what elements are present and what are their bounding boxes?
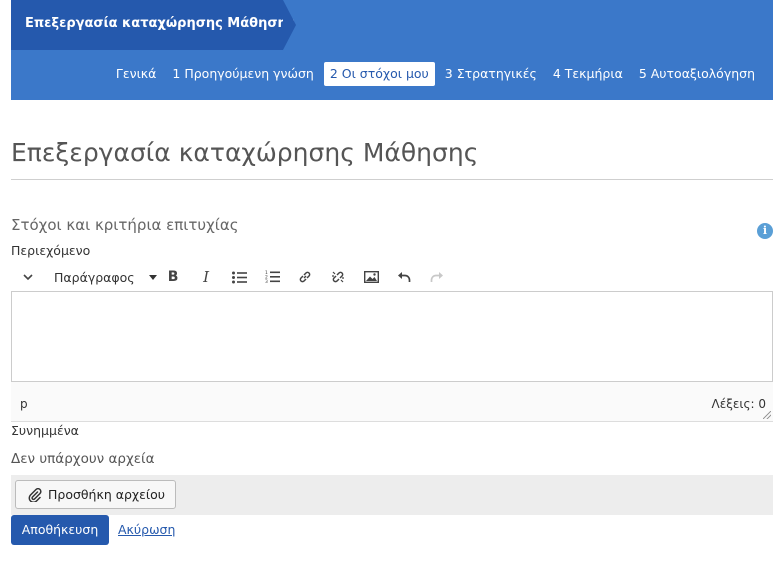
caret-down-icon: [148, 274, 157, 280]
tab-strategies[interactable]: 3 Στρατηγικές: [439, 62, 543, 86]
word-count: Λέξεις: 0: [711, 397, 766, 411]
undo-icon: [398, 272, 411, 282]
tab-self-assessment[interactable]: 5 Αυτοαξιολόγηση: [633, 62, 761, 86]
save-button[interactable]: Αποθήκευση: [11, 515, 109, 545]
add-file-button[interactable]: Προσθήκη αρχείου: [15, 480, 176, 509]
italic-button[interactable]: I: [190, 263, 223, 291]
section-title: Στόχοι και κριτήρια επιτυχίας: [11, 216, 239, 234]
page-title: Επεξεργασία καταχώρησης Μάθησης: [11, 138, 479, 167]
no-files-text: Δεν υπάρχουν αρχεία: [11, 451, 155, 467]
bullet-list-button[interactable]: [223, 263, 256, 291]
info-icon[interactable]: i: [757, 223, 773, 239]
numbered-list-button[interactable]: 1 2 3: [256, 263, 289, 291]
element-path[interactable]: p: [20, 397, 28, 411]
attachments-bar: Προσθήκη αρχείου: [11, 475, 773, 515]
breadcrumb[interactable]: Επεξεργασία καταχώρησης Μάθησης: [11, 0, 294, 50]
chevron-down-icon: [22, 273, 33, 280]
unlink-button[interactable]: [322, 263, 355, 291]
bold-icon: B: [167, 269, 179, 285]
header-bar: Επεξεργασία καταχώρησης Μάθησης Γενικά 1…: [11, 0, 773, 100]
toolbar-toggle-button[interactable]: [11, 263, 44, 291]
paperclip-icon: [28, 487, 42, 502]
content-label: Περιεχόμενο: [11, 243, 91, 258]
unlink-icon: [332, 271, 345, 283]
image-button[interactable]: [355, 263, 388, 291]
editor-statusbar: p Λέξεις: 0: [11, 382, 773, 422]
tab-evidence[interactable]: 4 Τεκμήρια: [547, 62, 629, 86]
paragraph-format-value: Παράγραφος: [54, 269, 135, 285]
editor-toolbar: Παράγραφος B I 1 2 3: [11, 263, 773, 291]
italic-icon: I: [203, 268, 210, 286]
title-divider: [11, 179, 773, 180]
redo-icon: [430, 272, 444, 282]
cancel-link[interactable]: Ακύρωση: [118, 522, 175, 537]
svg-text:3: 3: [265, 279, 268, 284]
undo-button[interactable]: [388, 263, 421, 291]
resize-handle-icon[interactable]: [763, 411, 771, 419]
bullet-list-icon: [231, 271, 247, 283]
redo-button[interactable]: [421, 263, 454, 291]
attachments-label: Συνημμένα: [11, 423, 79, 438]
tab-general[interactable]: Γενικά: [110, 62, 163, 86]
image-icon: [363, 271, 379, 283]
bold-button[interactable]: B: [157, 263, 190, 291]
numbered-list-icon: 1 2 3: [265, 270, 280, 284]
link-button[interactable]: [289, 263, 322, 291]
tab-my-goals[interactable]: 2 Οι στόχοι μου: [323, 62, 435, 86]
paragraph-format-select[interactable]: Παράγραφος: [44, 263, 157, 291]
link-icon: [299, 271, 311, 283]
add-file-label: Προσθήκη αρχείου: [48, 487, 165, 502]
tab-prior-knowledge[interactable]: 1 Προηγούμενη γνώση: [166, 62, 319, 86]
content-editor[interactable]: [11, 291, 773, 382]
step-tabs: Γενικά 1 Προηγούμενη γνώση 2 Οι στόχοι μ…: [110, 62, 761, 86]
breadcrumb-arrow: [283, 0, 296, 50]
